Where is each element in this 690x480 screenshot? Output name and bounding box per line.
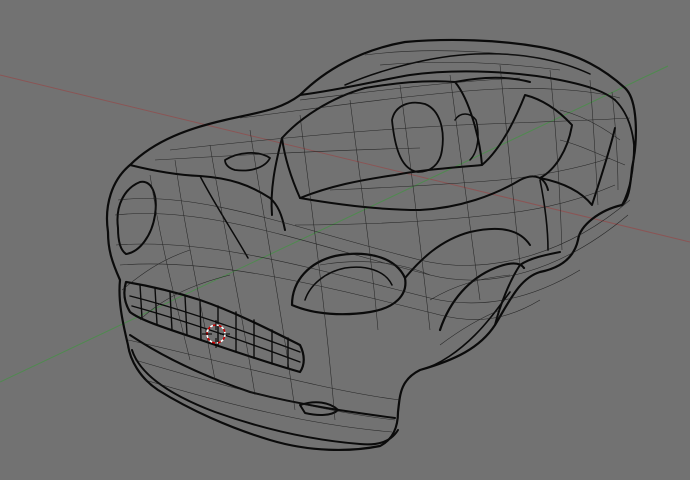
- 3d-cursor-icon[interactable]: [202, 320, 230, 348]
- 3d-viewport[interactable]: [0, 0, 690, 480]
- y-axis-line: [0, 65, 669, 383]
- seat-outline-2: [454, 113, 479, 161]
- seat-outline: [391, 101, 444, 173]
- door-line: [539, 179, 549, 251]
- front-bumper: [129, 334, 396, 419]
- rocker-panel: [494, 251, 561, 326]
- grille-outline: [123, 280, 305, 374]
- headlight-right-inner: [304, 266, 393, 301]
- x-axis-line: [0, 74, 690, 243]
- hood-center-line: [199, 175, 249, 259]
- grille-bars: [129, 284, 301, 369]
- front-fender-right: [404, 227, 531, 279]
- side-flank-line: [419, 291, 511, 371]
- rear-deck: [539, 127, 616, 206]
- side-window: [481, 94, 573, 179]
- viewport-canvas[interactable]: [0, 0, 690, 480]
- headlight-left: [116, 180, 157, 255]
- a-pillar-left: [270, 137, 283, 216]
